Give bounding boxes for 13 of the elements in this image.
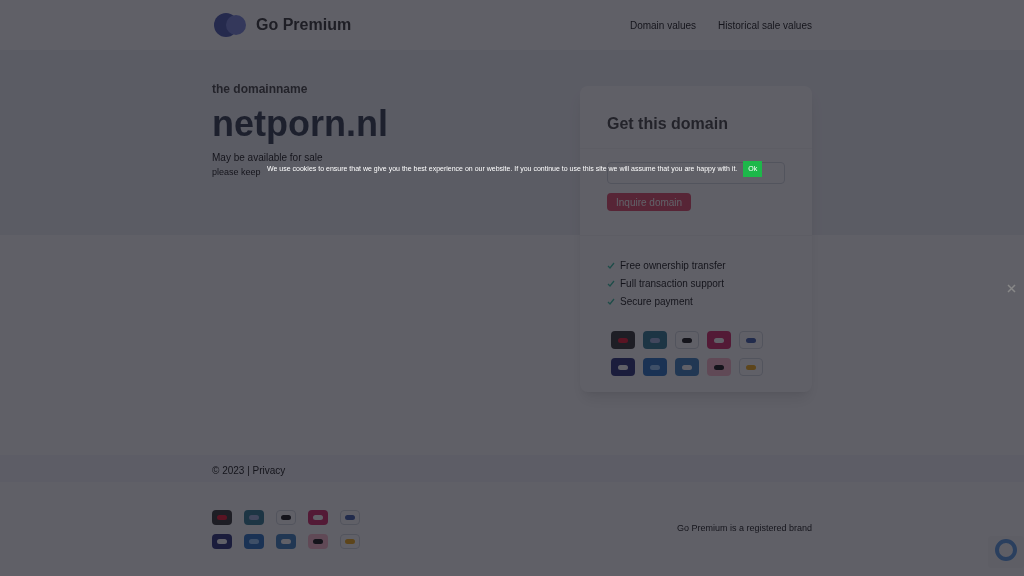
copyright-text: © 2023 | Privacy [212,464,286,476]
card-title: Get this domain [607,115,728,132]
feature-text: Free ownership transfer [620,259,726,273]
domain-title: netporn.nl [212,102,388,146]
feature-text: Full transaction support [620,277,724,291]
kicker-text: the domainname [212,81,309,98]
status-text: May be available for sale [212,152,323,164]
nav-link[interactable]: Domain values [629,17,697,33]
note-text: please keep [212,166,261,179]
brand-note: Go Premium is a registered brand [676,522,812,536]
brand-name: Go Premium [256,15,352,35]
feature-text: Secure payment [620,295,693,309]
nav-link[interactable]: Historical sale values [718,17,812,33]
